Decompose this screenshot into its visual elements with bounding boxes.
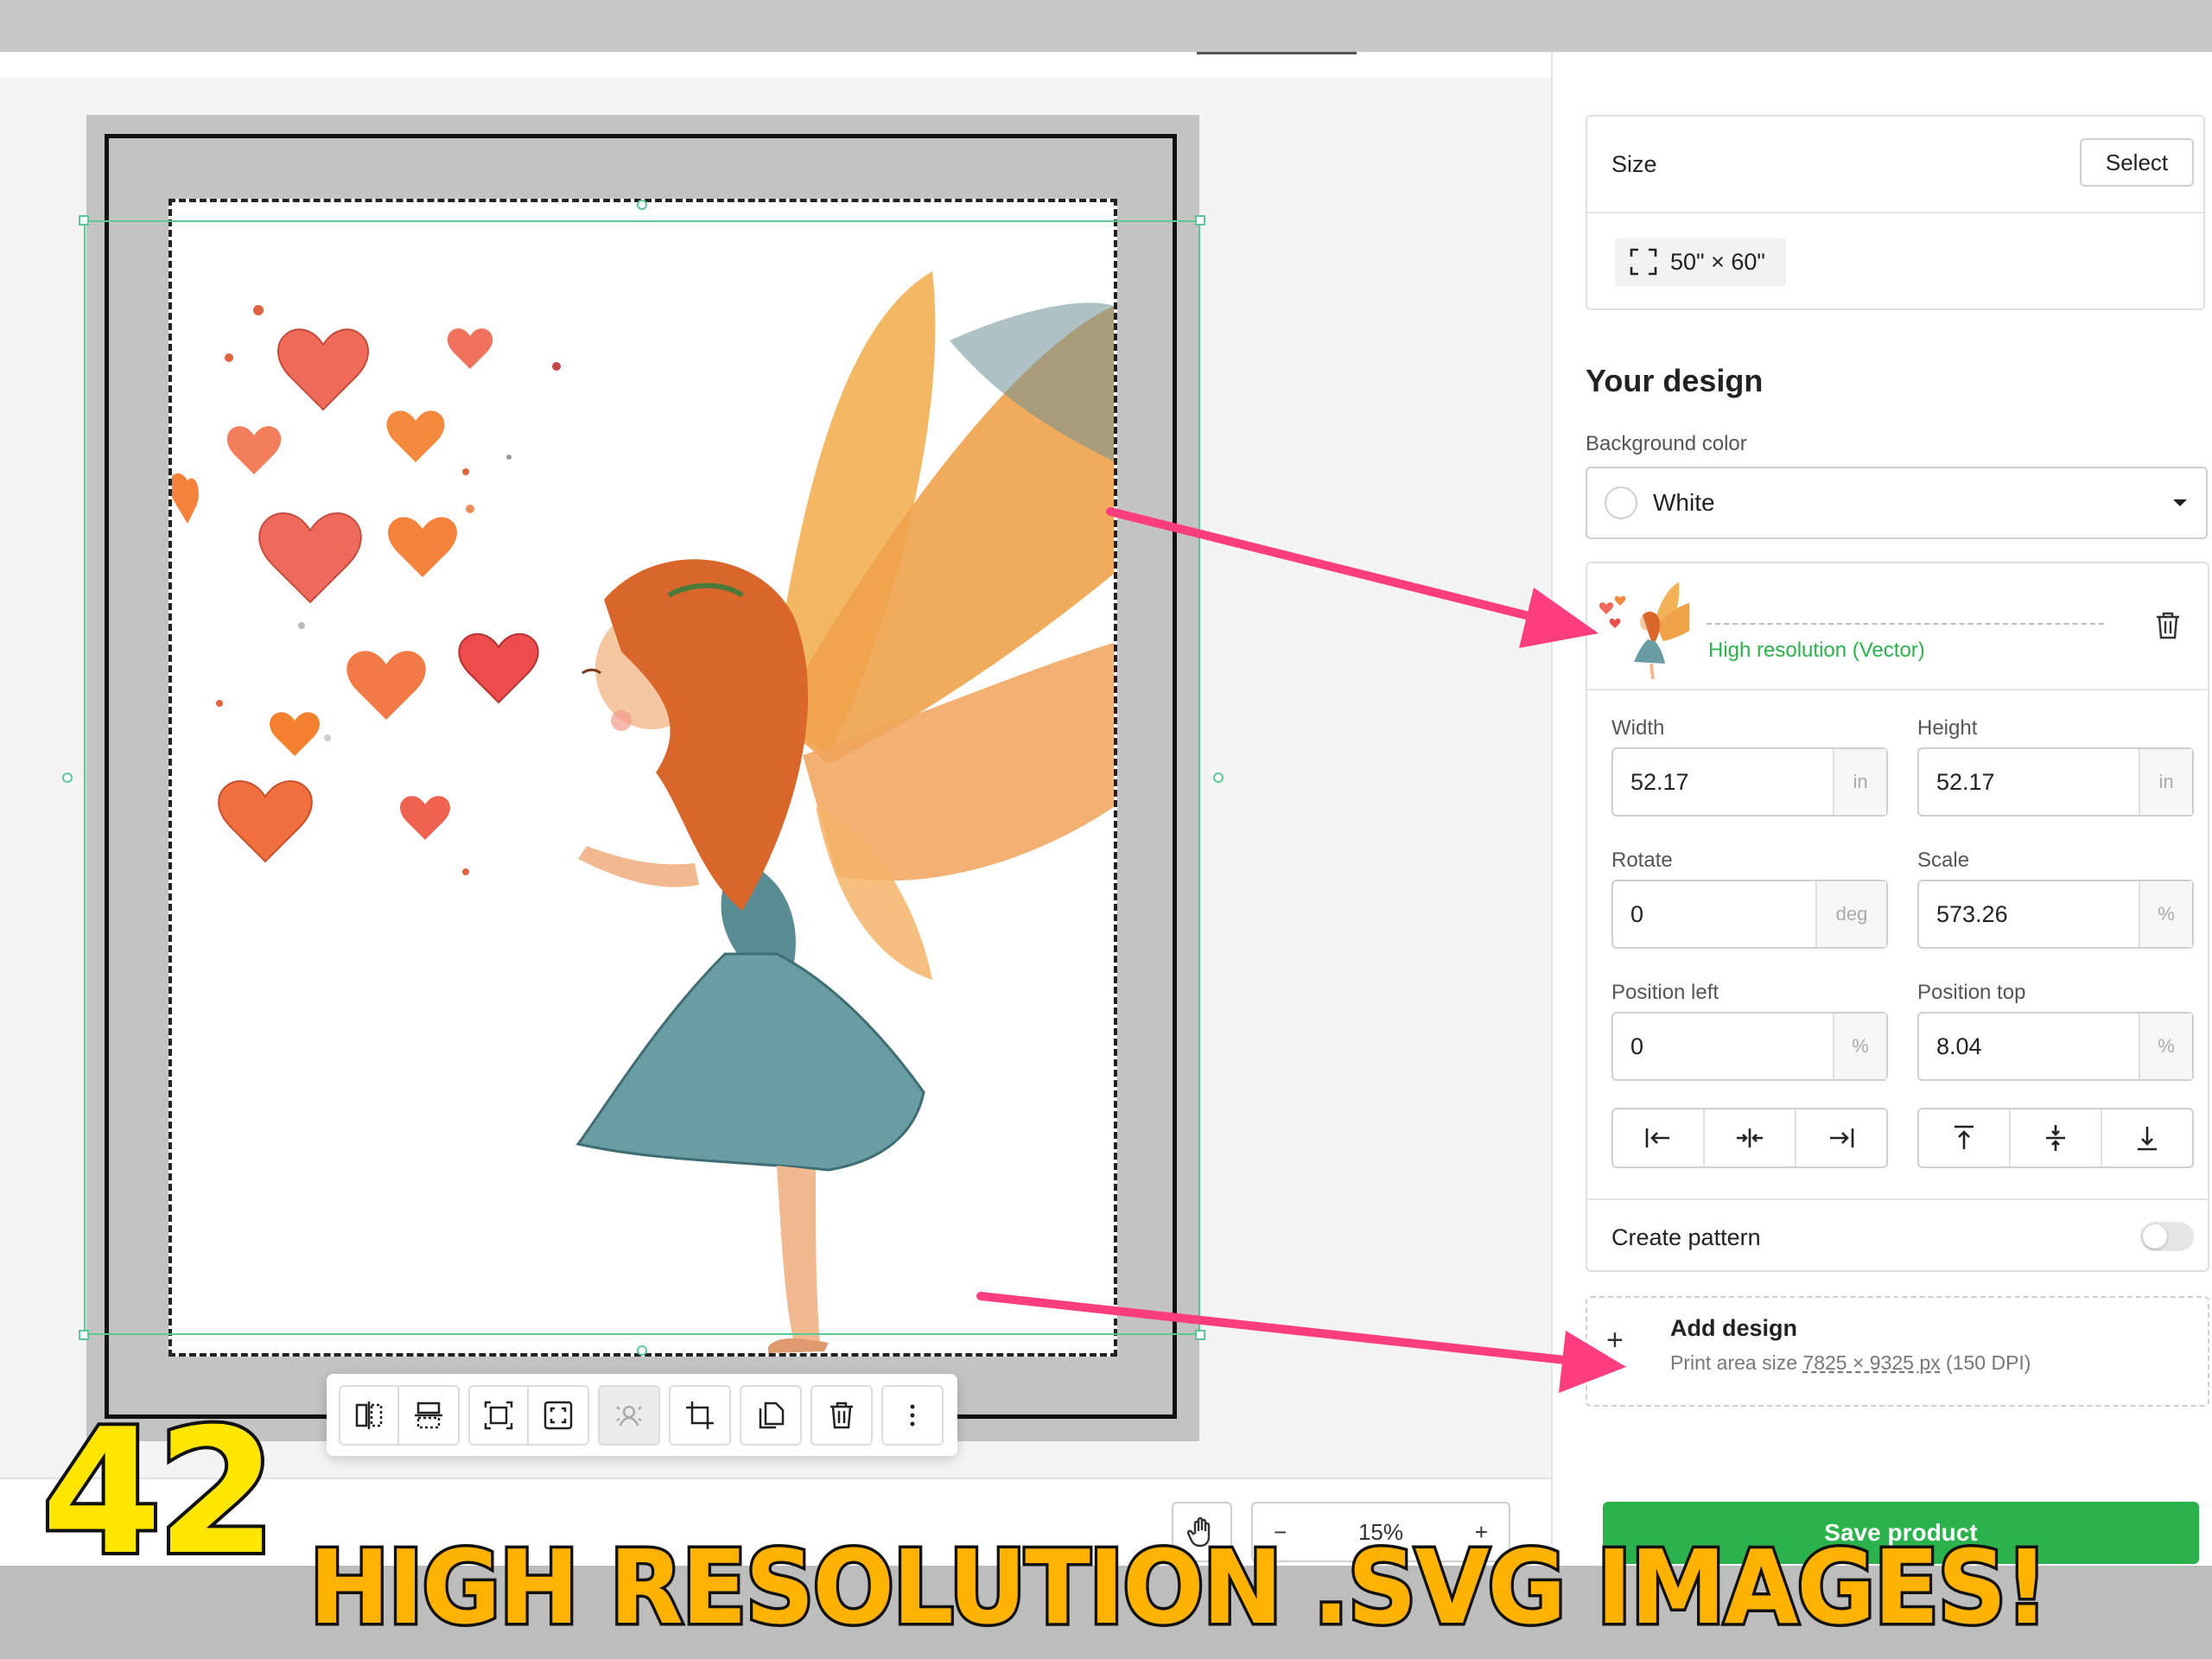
banner-headline: HIGH RESOLUTION .SVG IMAGES! [307, 1528, 2052, 1647]
arrow-to-add-design [976, 1292, 1626, 1393]
banner-number: 42 [38, 1392, 280, 1593]
annotation-arrows [976, 507, 1626, 1393]
arrow-to-layer [1106, 507, 1599, 648]
